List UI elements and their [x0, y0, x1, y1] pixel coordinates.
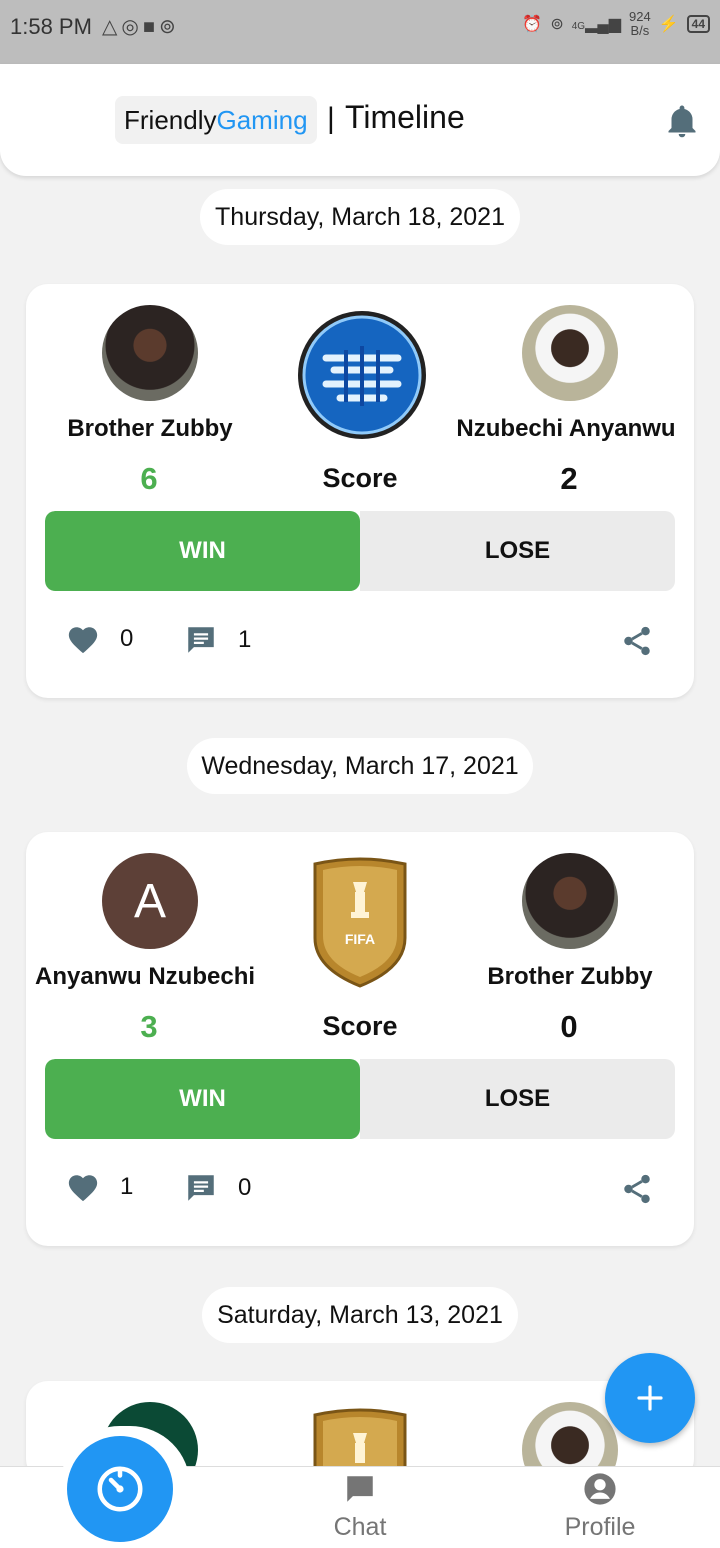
player2-score: 2	[560, 461, 578, 496]
status-time: 1:58 PM	[10, 14, 92, 39]
player2-score: 0	[560, 1009, 578, 1044]
nav-chat-label: Chat	[333, 1513, 387, 1541]
player2-name: Nzubechi Anyanwu	[456, 415, 676, 442]
like-count: 0	[120, 625, 134, 652]
chat-icon	[347, 1476, 373, 1502]
network-speed: 924 B/s	[629, 9, 651, 38]
like-count: 1	[120, 1173, 134, 1200]
lose-button[interactable]: LOSE	[360, 511, 675, 591]
whatsapp-icon: ◎	[121, 16, 143, 38]
match-card[interactable]: Brother Zubby Nzubechi Anyanwu 6 Score 2…	[26, 284, 694, 698]
nav-timeline-button[interactable]	[67, 1436, 173, 1542]
warning-triangle-icon: △	[102, 16, 122, 38]
hotspot-status-icon: ⊚	[550, 16, 564, 33]
status-bar: 1:58 PM △◎■⊚ ⏰ ⊚ 4G▂▄▆ 924 B/s ⚡ 44	[0, 0, 720, 64]
plus-icon	[637, 1385, 663, 1411]
timer-icon	[97, 1466, 143, 1512]
comment-count: 1	[238, 626, 252, 653]
brand-part2: Gaming	[216, 104, 308, 135]
nav-profile[interactable]: Profile	[530, 1472, 670, 1542]
pes-logo	[298, 311, 426, 439]
lose-button[interactable]: LOSE	[360, 1059, 675, 1139]
heart-icon[interactable]	[66, 623, 100, 655]
alarm-icon: ⏰	[522, 16, 543, 33]
profile-icon	[584, 1473, 616, 1505]
charging-icon: ⚡	[658, 16, 679, 33]
win-button[interactable]: WIN	[45, 1059, 360, 1139]
date-chip: Wednesday, March 17, 2021	[187, 738, 533, 794]
brand-logo: Friendly Gaming	[115, 96, 317, 144]
player1-avatar[interactable]: A	[102, 853, 198, 949]
comment-count: 0	[238, 1174, 252, 1201]
player2-avatar[interactable]	[522, 305, 618, 401]
player1-score: 3	[140, 1009, 158, 1044]
date-chip: Thursday, March 18, 2021	[200, 189, 520, 245]
notification-bell-icon[interactable]	[664, 102, 700, 142]
player1-name: Anyanwu Nzubechi	[35, 963, 255, 990]
heart-icon[interactable]	[66, 1171, 100, 1203]
result-bar: WIN LOSE	[45, 511, 675, 591]
status-right: ⏰ ⊚ 4G▂▄▆ 924 B/s ⚡ 44	[522, 10, 710, 38]
page-title: Timeline	[345, 99, 465, 135]
comment-icon[interactable]	[184, 623, 218, 657]
hotspot-icon: ⊚	[158, 16, 180, 38]
player1-score: 6	[140, 461, 158, 496]
brand-part1: Friendly	[124, 104, 217, 135]
notification-icons: △◎■⊚	[102, 14, 180, 39]
share-icon[interactable]	[620, 1172, 654, 1206]
stop-square-icon: ■	[142, 16, 159, 38]
add-match-button[interactable]	[605, 1353, 695, 1443]
like-action[interactable]: 1	[66, 1171, 133, 1203]
date-chip: Saturday, March 13, 2021	[202, 1287, 518, 1343]
player1-name: Brother Zubby	[67, 415, 233, 442]
player2-name: Brother Zubby	[487, 963, 653, 990]
nav-profile-label: Profile	[564, 1513, 636, 1541]
fifa-world-champions-badge: FIFA	[313, 857, 407, 988]
share-icon[interactable]	[620, 624, 654, 658]
header-separator: |	[327, 102, 335, 135]
battery-icon: 44	[686, 15, 710, 33]
score-label: Score	[322, 1011, 398, 1041]
svg-text:FIFA: FIFA	[345, 931, 375, 947]
comment-icon[interactable]	[184, 1171, 218, 1205]
like-action[interactable]: 0	[66, 623, 133, 655]
comment-action[interactable]: 0	[184, 1171, 251, 1205]
nav-chat[interactable]: Chat	[290, 1472, 430, 1542]
player1-avatar[interactable]	[102, 305, 198, 401]
win-button[interactable]: WIN	[45, 511, 360, 591]
result-bar: WIN LOSE	[45, 1059, 675, 1139]
score-label: Score	[322, 463, 398, 493]
app-header: Friendly Gaming | Timeline	[0, 64, 720, 176]
match-card[interactable]: A FIFA Anyanwu Nzubechi Brother Zubby 3 …	[26, 832, 694, 1246]
signal-icon: 4G▂▄▆	[571, 16, 622, 33]
player2-avatar[interactable]	[522, 853, 618, 949]
comment-action[interactable]: 1	[184, 623, 251, 657]
